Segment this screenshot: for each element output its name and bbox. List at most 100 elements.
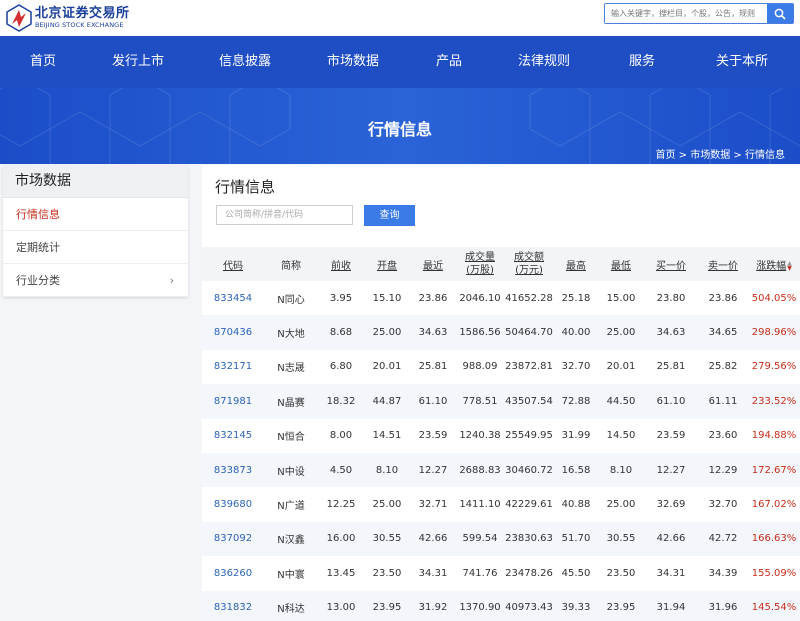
nav-item-listing[interactable]: 发行上市 — [86, 36, 190, 88]
header-high[interactable]: 最高 — [554, 247, 598, 281]
logo[interactable]: 北京证券交易所 BEIJING STOCK EXCHANGE — [6, 4, 130, 32]
cell-name: N中寰 — [277, 569, 305, 581]
cell-bid: 23.80 — [656, 292, 686, 304]
header-label: 代码 — [223, 260, 243, 272]
cell-prev-close: 8.68 — [318, 315, 364, 350]
cell-volume: 1411.10 — [459, 499, 501, 511]
header-change-pct[interactable]: 涨跌幅▲ ▼ — [748, 247, 800, 281]
cell-low: 23.95 — [598, 590, 644, 621]
header-code[interactable]: 代码 — [202, 247, 264, 281]
cell-change-pct: 145.54% — [748, 590, 800, 621]
cell-open: 30.55 — [364, 521, 410, 557]
cell-ask: 61.11 — [698, 384, 748, 419]
breadcrumb-current: 行情信息 — [745, 150, 785, 161]
chevron-right-icon: › — [169, 274, 174, 287]
cell-low: 8.10 — [598, 452, 644, 488]
sidebar-item-statistics[interactable]: 定期统计 — [3, 231, 188, 264]
header-volume[interactable]: 成交量 (万股) — [456, 247, 504, 281]
cell-ask: 31.96 — [698, 590, 748, 621]
table-row[interactable]: 871981 N晶赛 18.32 44.87 61.10 778.51 43507.54 72… — [202, 384, 800, 419]
header-ask[interactable]: 卖一价 — [698, 247, 748, 281]
cell-last: 12.27 — [410, 452, 456, 488]
header-open[interactable]: 开盘 — [364, 247, 410, 281]
cell-last: 42.66 — [410, 521, 456, 557]
nav-item-market-data[interactable]: 市场数据 — [300, 36, 406, 88]
cell-code[interactable]: 836260 — [202, 556, 264, 590]
cell-name: N科达 — [264, 590, 318, 621]
table-row[interactable]: 837092 N汉鑫 16.00 30.55 42.66 599.54 23830.63 51… — [202, 521, 800, 557]
table-row[interactable]: 833454 N同心 3.95 15.10 23.86 2046.10 41652.28 25… — [202, 281, 800, 315]
cell-change-pct: 279.56% — [751, 361, 797, 373]
table-row[interactable]: 832171 N志晟 6.80 20.01 25.81 988.09 23872.81 32.… — [202, 350, 800, 384]
cell-last: 61.10 — [410, 384, 456, 419]
table-row[interactable]: 839680 N广道 12.25 25.00 32.71 1411.10 42229.61 4… — [202, 487, 800, 521]
nav-item-home[interactable]: 首页 — [0, 36, 86, 88]
cell-volume: 1586.56 — [456, 315, 504, 350]
breadcrumb-separator: > — [678, 150, 688, 161]
nav-item-about[interactable]: 关于本所 — [688, 36, 796, 88]
cell-code[interactable]: 833873 — [202, 452, 264, 488]
cell-code[interactable]: 871981 — [202, 384, 264, 419]
cell-high: 45.50 — [561, 567, 591, 579]
cell-amount: 40973.43 — [504, 590, 554, 621]
sidebar-item-quotes[interactable]: 行情信息 — [3, 198, 188, 231]
cell-change-pct: 298.96% — [748, 315, 800, 350]
cell-volume: 741.76 — [462, 567, 498, 579]
cell-open: 23.95 — [364, 590, 410, 621]
table-row[interactable]: 833873 N中设 4.50 8.10 12.27 2688.83 30460.72 16.… — [202, 452, 800, 488]
cell-low: 23.50 — [606, 567, 636, 579]
cell-bid: 61.10 — [644, 384, 698, 419]
query-button[interactable]: 查询 — [364, 205, 415, 226]
header-label: 成交量 (万股) — [465, 252, 495, 276]
cell-code[interactable]: 837092 — [202, 521, 264, 557]
cell-open: 25.00 — [372, 499, 402, 511]
cell-volume: 988.09 — [462, 361, 498, 373]
cell-high: 25.18 — [561, 292, 591, 304]
sidebar-item-industry[interactable]: 行业分类 › — [3, 264, 188, 297]
cell-code[interactable]: 832171 — [202, 350, 264, 384]
cell-amount: 41652.28 — [505, 292, 553, 304]
cell-low: 15.00 — [606, 292, 636, 304]
cell-open: 8.10 — [364, 452, 410, 488]
cell-code[interactable]: 832145 — [202, 419, 264, 453]
header-amount[interactable]: 成交额 (万元) — [504, 247, 554, 281]
header-label: 买一价 — [656, 260, 686, 272]
sidebar-title: 市场数据 — [3, 165, 188, 198]
cell-change-pct: 233.52% — [748, 384, 800, 419]
nav-item-disclosure[interactable]: 信息披露 — [190, 36, 300, 88]
cell-ask: 34.39 — [708, 567, 738, 579]
header-label: 最高 — [566, 260, 586, 272]
cell-low: 14.50 — [606, 430, 636, 442]
cell-prev-close: 13.45 — [326, 567, 356, 579]
header-label: 最近 — [423, 260, 443, 272]
header-bid[interactable]: 买一价 — [644, 247, 698, 281]
cell-low: 44.50 — [598, 384, 644, 419]
cell-code[interactable]: 831832 — [202, 590, 264, 621]
header-low[interactable]: 最低 — [598, 247, 644, 281]
site-search-input[interactable] — [605, 4, 767, 23]
breadcrumb-section[interactable]: 市场数据 — [690, 150, 730, 161]
table-row[interactable]: 836260 N中寰 13.45 23.50 34.31 741.76 23478.26 45… — [202, 556, 800, 590]
nav-item-rules[interactable]: 法律规则 — [492, 36, 596, 88]
table-row[interactable]: 870436 N大地 8.68 25.00 34.63 1586.56 50464.70 40… — [202, 315, 800, 350]
cell-code[interactable]: 839680 — [202, 487, 264, 521]
sort-caret-icon: ▲ ▼ — [787, 259, 792, 272]
nav-item-products[interactable]: 产品 — [406, 36, 492, 88]
cell-bid: 34.31 — [656, 567, 686, 579]
cell-code[interactable]: 833454 — [202, 281, 264, 315]
nav-item-services[interactable]: 服务 — [596, 36, 688, 88]
table-row[interactable]: 831832 N科达 13.00 23.95 31.92 1370.90 40973.43 3… — [202, 590, 800, 621]
cell-code[interactable]: 870436 — [202, 315, 264, 350]
search-button[interactable] — [767, 4, 793, 23]
logo-name-cn: 北京证券交易所 — [35, 6, 130, 22]
sidebar: 市场数据 行情信息 定期统计 行业分类 › — [3, 165, 188, 297]
table-row[interactable]: 832145 N恒合 8.00 14.51 23.59 1240.38 25549.95 31… — [202, 419, 800, 453]
stock-search-input[interactable]: 公司简称/拼音/代码 — [216, 205, 353, 225]
cell-amount: 23872.81 — [505, 361, 553, 373]
cell-open: 44.87 — [364, 384, 410, 419]
breadcrumb-home[interactable]: 首页 — [655, 150, 675, 161]
header-last[interactable]: 最近 — [410, 247, 456, 281]
cell-name: N汉鑫 — [264, 521, 318, 557]
cell-name: N大地 — [264, 315, 318, 350]
header-prev-close[interactable]: 前收 — [318, 247, 364, 281]
